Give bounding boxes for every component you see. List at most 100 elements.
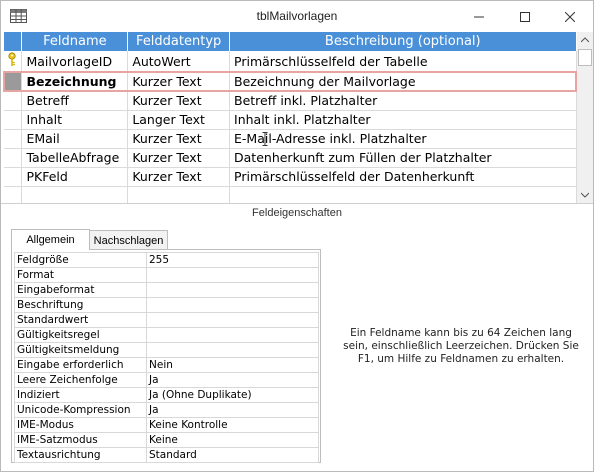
property-label: Unicode-Kompression [14, 402, 147, 418]
close-icon [565, 11, 575, 22]
column-header-beschreibung[interactable]: Beschreibung (optional) [229, 32, 577, 51]
row-selector[interactable] [3, 71, 23, 92]
row-selector[interactable] [4, 186, 23, 203]
property-value[interactable]: 255 [146, 252, 319, 268]
field-properties-title: Feldeigenschaften [252, 207, 342, 219]
property-row[interactable]: IME-Satzmodus Keine [14, 432, 319, 448]
property-value[interactable] [146, 297, 319, 313]
field-description-cell[interactable]: E-Mail-Adresse inkl. Platzhalter [229, 129, 577, 149]
title-bar[interactable]: tblMailvorlagen [1, 1, 593, 32]
tab-nachschlagen[interactable]: Nachschlagen [89, 230, 168, 250]
property-value[interactable]: Standard [146, 447, 319, 463]
property-row[interactable]: Unicode-Kompression Ja [14, 402, 319, 418]
column-header-feldname[interactable]: Feldname [21, 32, 129, 51]
table-row-empty[interactable] [4, 186, 577, 203]
scroll-down-button[interactable] [577, 187, 593, 203]
property-row[interactable]: Indiziert Ja (Ohne Duplikate) [14, 387, 319, 403]
table-row[interactable]: Betreff Kurzer Text Betreff inkl. Platzh… [4, 91, 577, 111]
field-description-cell[interactable]: Bezeichnung der Mailvorlage [229, 71, 577, 92]
property-label: Format [14, 267, 147, 283]
field-name-cell[interactable]: PKFeld [21, 167, 129, 187]
property-label: Eingabe erforderlich [14, 357, 147, 373]
field-name-cell[interactable] [21, 186, 129, 203]
field-description-cell[interactable]: Primärschlüsselfeld der Tabelle [229, 51, 577, 73]
table-row[interactable]: EMail Kurzer Text E-Mail-Adresse inkl. P… [4, 129, 577, 149]
close-button[interactable] [547, 1, 593, 32]
property-value[interactable]: Ja [146, 372, 319, 388]
property-value[interactable] [146, 312, 319, 328]
field-name-cell[interactable]: TabelleAbfrage [21, 148, 129, 168]
property-row[interactable]: Gültigkeitsregel [14, 327, 319, 343]
property-value[interactable] [146, 327, 319, 343]
property-label: Leere Zeichenfolge [14, 372, 147, 388]
property-value[interactable]: Ja (Ohne Duplikate) [146, 387, 319, 403]
field-type-cell[interactable]: Langer Text [127, 110, 231, 130]
field-type-cell[interactable]: Kurzer Text [127, 91, 231, 111]
vertical-scrollbar[interactable] [577, 32, 593, 203]
table-row[interactable]: PKFeld Kurzer Text Primärschlüsselfeld d… [4, 167, 577, 187]
row-selector[interactable] [4, 110, 23, 130]
minimize-button[interactable] [456, 1, 502, 32]
field-name-cell[interactable]: Inhalt [21, 110, 129, 130]
property-value[interactable] [146, 342, 319, 358]
property-row[interactable]: Gültigkeitsmeldung [14, 342, 319, 358]
property-value[interactable]: Ja [146, 402, 319, 418]
property-label: Indiziert [14, 387, 147, 403]
property-label: Feldgröße [14, 252, 147, 268]
field-description-cell[interactable]: Primärschlüsselfeld der Datenherkunft [229, 167, 577, 187]
tab-allgemein[interactable]: Allgemein [11, 229, 90, 250]
row-selector[interactable] [4, 91, 23, 111]
property-row[interactable]: Feldgröße 255 [14, 252, 319, 268]
field-type-cell[interactable] [127, 186, 231, 203]
field-description-cell[interactable]: Inhalt inkl. Platzhalter [229, 110, 577, 130]
property-row[interactable]: Textausrichtung Standard [14, 447, 319, 463]
field-properties-panel: Feldgröße 255 Format Eingabeformat Beschr… [11, 249, 321, 463]
table-row[interactable]: MailvorlageID AutoWert Primärschlüsselfe… [4, 51, 577, 73]
field-type-cell[interactable]: AutoWert [127, 51, 231, 73]
table-row[interactable]: TabelleAbfrage Kurzer Text Datenherkunft… [4, 148, 577, 168]
property-row[interactable]: Standardwert [14, 312, 319, 328]
table-row[interactable]: Inhalt Langer Text Inhalt inkl. Platzhal… [4, 110, 577, 130]
property-row[interactable]: Eingabe erforderlich Nein [14, 357, 319, 373]
field-design-grid: Feldname Felddatentyp Beschreibung (opti… [3, 32, 577, 203]
property-label: Gültigkeitsregel [14, 327, 147, 343]
field-name-cell[interactable]: Betreff [21, 91, 129, 111]
property-label: IME-Modus [14, 417, 147, 433]
field-type-cell[interactable]: Kurzer Text [127, 71, 231, 92]
field-description-cell[interactable] [229, 186, 577, 203]
property-value[interactable]: Keine [146, 432, 319, 448]
property-value[interactable]: Nein [146, 357, 319, 373]
row-selector[interactable] [4, 167, 23, 187]
scroll-up-button[interactable] [577, 32, 593, 48]
property-row[interactable]: Eingabeformat [14, 282, 319, 298]
scrollbar-thumb[interactable] [578, 49, 592, 66]
property-label: Textausrichtung [14, 447, 147, 463]
row-selector[interactable] [4, 148, 23, 168]
property-value[interactable] [146, 282, 319, 298]
maximize-button[interactable] [502, 1, 548, 32]
field-description-cell[interactable]: Datenherkunft zum Füllen der Platzhalter [229, 148, 577, 168]
field-type-cell[interactable]: Kurzer Text [127, 167, 231, 187]
field-type-cell[interactable]: Kurzer Text [127, 148, 231, 168]
row-selector[interactable] [4, 129, 23, 149]
row-selector[interactable] [4, 51, 23, 73]
field-name-cell[interactable]: MailvorlageID [21, 51, 129, 73]
field-description-cell[interactable]: Betreff inkl. Platzhalter [229, 91, 577, 111]
field-type-cell[interactable]: Kurzer Text [127, 129, 231, 149]
chevron-down-icon [581, 192, 589, 198]
property-row[interactable]: Beschriftung [14, 297, 319, 313]
property-label: Eingabeformat [14, 282, 147, 298]
field-name-cell[interactable]: EMail [21, 129, 129, 149]
property-label: Beschriftung [14, 297, 147, 313]
section-divider [1, 203, 593, 204]
property-value[interactable]: Keine Kontrolle [146, 417, 319, 433]
property-value[interactable] [146, 267, 319, 283]
property-row[interactable]: Format [14, 267, 319, 283]
column-header-felddatentyp[interactable]: Felddatentyp [127, 32, 231, 51]
field-name-cell[interactable]: Bezeichnung [21, 71, 129, 92]
text-cursor-icon [262, 132, 268, 146]
chevron-up-icon [581, 37, 589, 43]
property-row[interactable]: IME-Modus Keine Kontrolle [14, 417, 319, 433]
property-row[interactable]: Leere Zeichenfolge Ja [14, 372, 319, 388]
table-row-selected[interactable]: Bezeichnung Kurzer Text Bezeichnung der … [3, 71, 577, 92]
